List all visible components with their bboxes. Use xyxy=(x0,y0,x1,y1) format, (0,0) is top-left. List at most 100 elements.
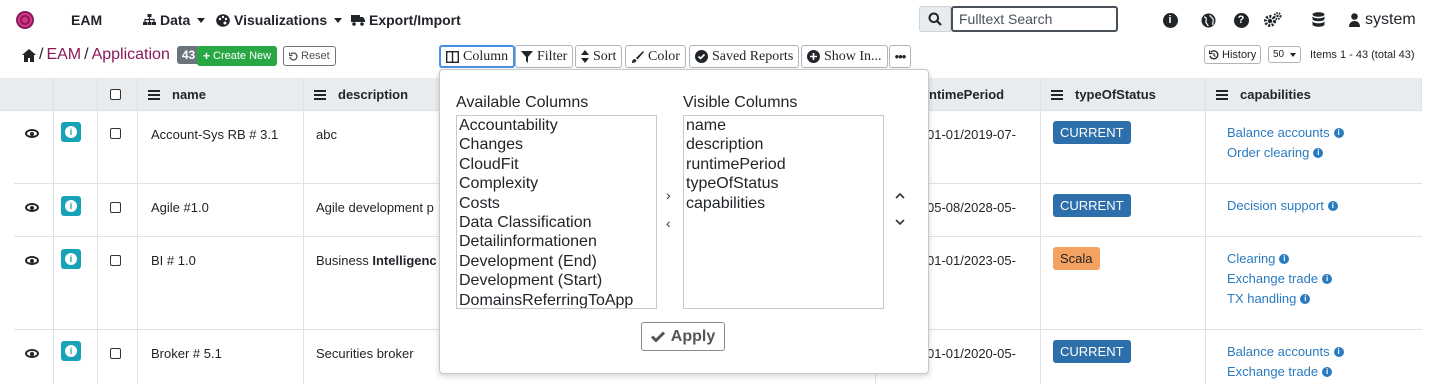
help-icon[interactable]: ? xyxy=(1233,12,1249,28)
breadcrumb: / EAM / Application 43 xyxy=(22,46,201,64)
capability-link[interactable]: Order clearing i xyxy=(1227,145,1324,160)
list-item[interactable]: runtimePeriod xyxy=(684,155,883,174)
menu-data-label: Data xyxy=(160,12,191,28)
list-item[interactable]: Costs xyxy=(457,194,656,213)
eye-icon[interactable] xyxy=(25,349,39,358)
list-item[interactable]: description xyxy=(684,135,883,154)
page-size-select[interactable]: 50 xyxy=(1268,46,1301,63)
capability-link[interactable]: Clearing i xyxy=(1227,251,1290,266)
database-icon[interactable] xyxy=(1310,12,1326,28)
info-button[interactable]: i xyxy=(61,341,81,361)
cell-name[interactable]: BI # 1.0 xyxy=(151,253,196,268)
capability-link[interactable]: Exchange trade i xyxy=(1227,364,1333,379)
list-item[interactable]: typeOfStatus xyxy=(684,174,883,193)
capability-link[interactable]: TX handling i xyxy=(1227,291,1311,306)
breadcrumb-application[interactable]: Application xyxy=(92,46,170,64)
history-button[interactable]: History xyxy=(1204,45,1262,64)
eye-icon[interactable] xyxy=(25,203,39,212)
list-item[interactable]: Accountability xyxy=(457,116,656,135)
home-icon[interactable] xyxy=(22,48,36,62)
filter-button[interactable]: Filter xyxy=(515,45,574,68)
header-select-all xyxy=(98,78,138,111)
user-menu[interactable]: system xyxy=(1349,11,1416,29)
eye-icon[interactable] xyxy=(25,256,39,265)
row-checkbox[interactable] xyxy=(110,128,121,139)
menu-visualizations[interactable]: Visualizations xyxy=(216,12,343,28)
available-columns-list[interactable]: Accountability Changes CloudFit Complexi… xyxy=(456,115,657,309)
reset-button[interactable]: Reset xyxy=(283,46,336,66)
list-item[interactable]: Detailinformationen xyxy=(457,232,656,251)
list-item[interactable]: Development (Start) xyxy=(457,271,656,290)
breadcrumb-eam[interactable]: EAM xyxy=(46,46,81,64)
create-new-button[interactable]: + Create New xyxy=(197,46,278,66)
saved-reports-button[interactable]: Saved Reports xyxy=(689,45,800,68)
menu-icon[interactable] xyxy=(314,88,326,102)
gears-icon[interactable] xyxy=(1264,12,1282,28)
info-button[interactable]: i xyxy=(61,122,81,142)
info-button[interactable]: i xyxy=(61,249,81,269)
info-button[interactable]: i xyxy=(61,196,81,216)
move-right-icon[interactable]: › xyxy=(666,187,671,203)
more-button[interactable]: ••• xyxy=(889,45,911,68)
apply-label: Apply xyxy=(670,327,716,345)
row-checkbox[interactable] xyxy=(110,255,121,266)
row-checkbox[interactable] xyxy=(110,202,121,213)
cell-name[interactable]: Account-Sys RB # 3.1 xyxy=(151,127,278,142)
sort-button[interactable]: Sort xyxy=(575,45,623,68)
capability-link[interactable]: Exchange trade i xyxy=(1227,271,1333,286)
header-name[interactable]: name xyxy=(138,78,304,111)
menu-icon[interactable] xyxy=(1216,88,1228,102)
info-circle-icon: i xyxy=(1313,147,1324,158)
header-capabilities[interactable]: capabilities xyxy=(1206,78,1422,111)
color-button[interactable]: Color xyxy=(625,45,686,68)
header-description[interactable]: description xyxy=(304,78,440,111)
list-item[interactable]: Complexity xyxy=(457,174,656,193)
cell-name[interactable]: Agile #1.0 xyxy=(151,200,209,215)
header-type-of-status[interactable]: typeOfStatus xyxy=(1041,78,1206,111)
apply-button[interactable]: Apply xyxy=(641,322,725,351)
info-icon[interactable]: i xyxy=(1162,12,1178,28)
chevron-down-icon xyxy=(197,17,206,23)
row-checkbox[interactable] xyxy=(110,348,121,359)
list-item[interactable]: capabilities xyxy=(684,194,883,213)
menu-icon[interactable] xyxy=(1051,88,1063,102)
menu-icon[interactable] xyxy=(148,88,160,102)
info-circle-icon: i xyxy=(1327,200,1338,211)
capability-link[interactable]: Balance accounts i xyxy=(1227,125,1344,140)
list-item[interactable]: Changes xyxy=(457,135,656,154)
visible-columns-list[interactable]: name description runtimePeriod typeOfSta… xyxy=(683,115,884,309)
columns-icon xyxy=(446,50,459,63)
list-item[interactable]: CloudFit xyxy=(457,155,656,174)
list-item[interactable]: DomainsReferringToApp xyxy=(457,291,656,308)
brand-label[interactable]: EAM xyxy=(71,12,102,28)
show-in-button[interactable]: Show In... xyxy=(801,45,888,68)
list-item[interactable]: name xyxy=(684,116,883,135)
chevron-down-icon xyxy=(1290,52,1296,57)
capability-link[interactable]: Balance accounts i xyxy=(1227,344,1344,359)
logo-icon[interactable] xyxy=(16,11,34,29)
search-input[interactable] xyxy=(951,6,1118,32)
info-icon: i xyxy=(65,126,77,138)
sitemap-icon xyxy=(143,14,156,25)
column-button[interactable]: Column xyxy=(439,45,516,68)
cell-description: Securities broker xyxy=(316,346,414,361)
plus-icon: + xyxy=(203,49,211,63)
menu-export-import[interactable]: Export/Import xyxy=(351,12,461,28)
list-item[interactable]: Data Classification xyxy=(457,213,656,232)
create-new-label: Create New xyxy=(213,50,272,62)
move-down-icon[interactable] xyxy=(895,219,905,226)
cell-runtime-period: 05-08/2028-05- xyxy=(927,200,1016,215)
move-up-icon[interactable] xyxy=(895,192,905,199)
globe-icon[interactable] xyxy=(1200,12,1216,28)
select-all-checkbox[interactable] xyxy=(110,89,121,100)
list-item[interactable]: Development (End) xyxy=(457,252,656,271)
eye-icon[interactable] xyxy=(25,129,39,138)
capability-link[interactable]: Decision support i xyxy=(1227,198,1338,213)
menu-data[interactable]: Data xyxy=(143,12,206,28)
search-button[interactable] xyxy=(919,6,951,32)
move-left-icon[interactable]: ‹ xyxy=(666,215,671,231)
top-navbar: EAM Data Visualizations Export/Import i … xyxy=(0,0,1438,40)
cell-name[interactable]: Broker # 5.1 xyxy=(151,346,222,361)
column-label: Column xyxy=(463,48,509,64)
chevron-down-icon xyxy=(334,17,343,23)
